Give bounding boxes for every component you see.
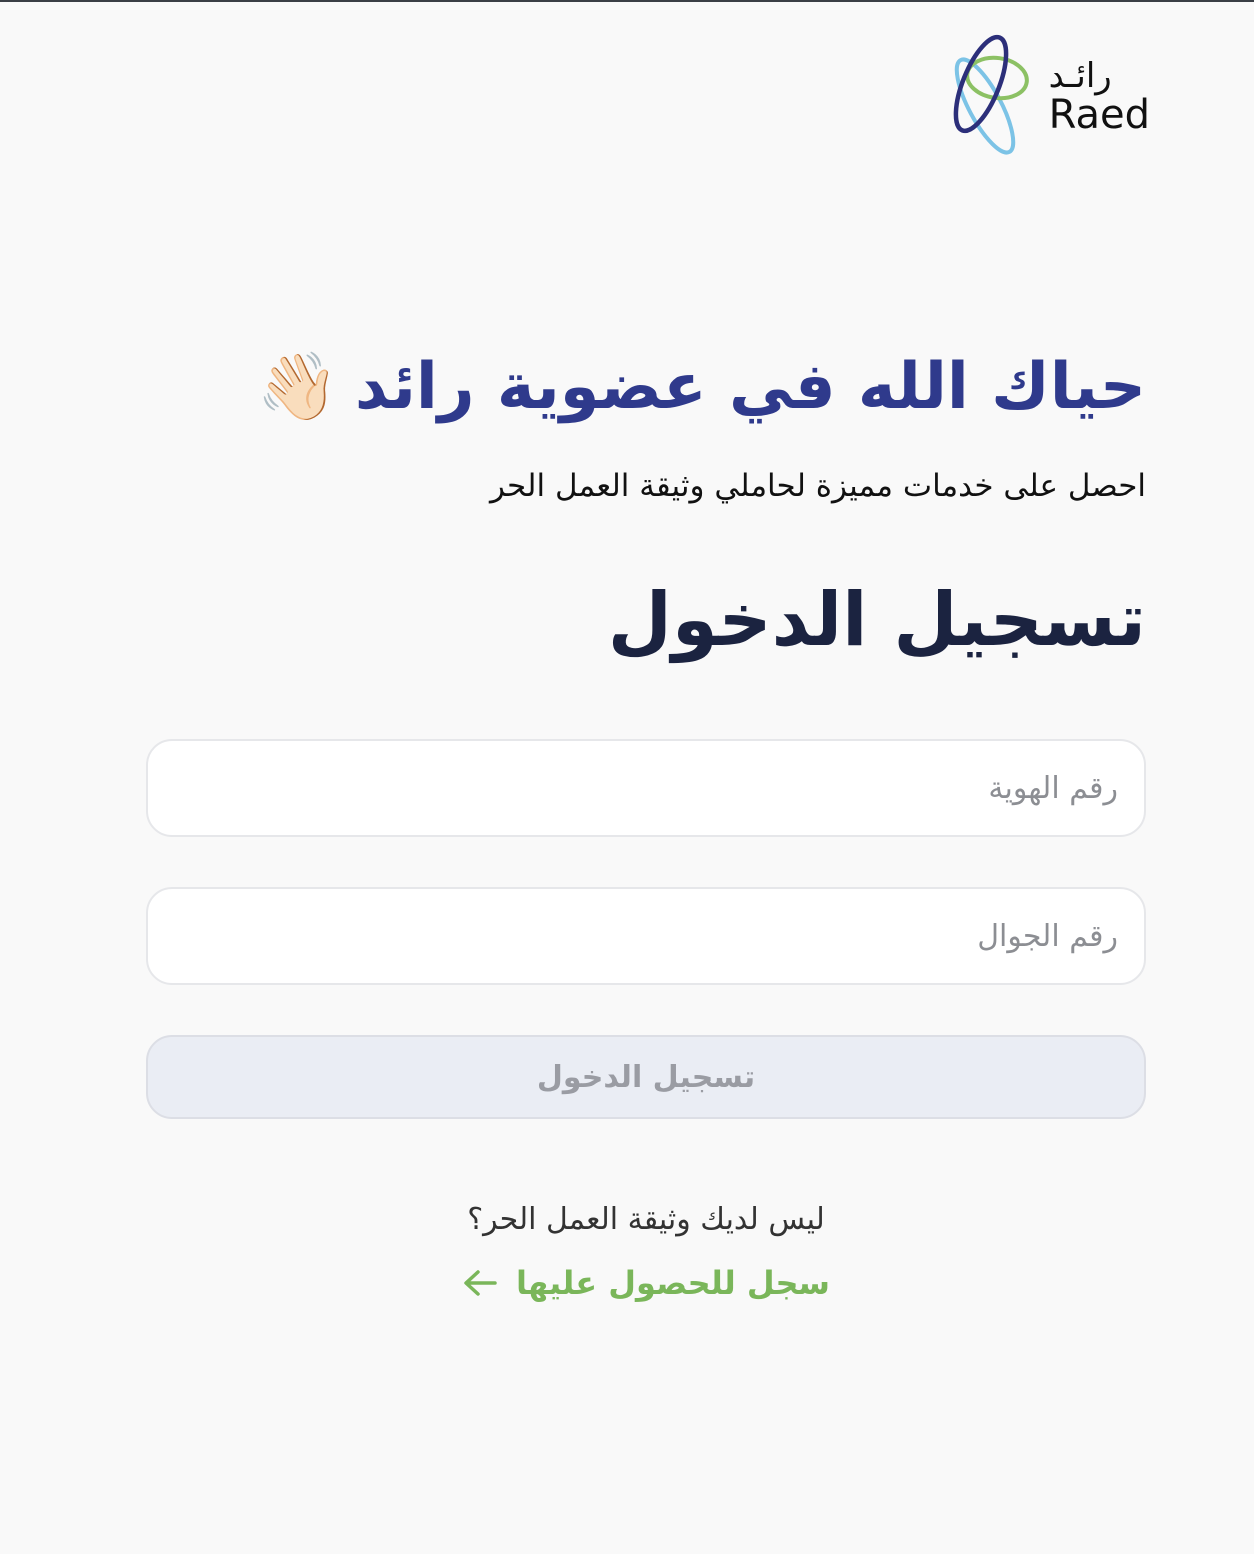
welcome-text: حياك الله في عضوية رائد xyxy=(354,350,1146,424)
register-link-label: سجل للحصول عليها xyxy=(516,1264,830,1302)
waving-hand-icon: 👋🏻 xyxy=(256,348,339,425)
national-id-input[interactable] xyxy=(146,739,1146,837)
login-button[interactable]: تسجيل الدخول xyxy=(146,1035,1146,1119)
raed-logo-icon xyxy=(953,34,1029,155)
brand-wordmark: رائـد Raed xyxy=(1049,59,1150,135)
brand-name-ar: رائـد xyxy=(1048,56,1112,96)
welcome-subtitle: احصل على خدمات مميزة لحاملي وثيقة العمل … xyxy=(489,468,1146,504)
brand-logo[interactable]: رائـد Raed xyxy=(941,34,1150,160)
register-link[interactable]: سجل للحصول عليها xyxy=(146,1264,1146,1302)
phone-number-input[interactable] xyxy=(146,887,1146,985)
no-document-prompt: ليس لديك وثيقة العمل الحر؟ xyxy=(467,1202,825,1237)
arrow-left-icon xyxy=(462,1268,498,1298)
welcome-heading: حياك الله في عضوية رائد 👋🏻 xyxy=(257,350,1146,424)
brand-name-en: Raed xyxy=(1048,92,1150,138)
login-title: تسجيل الدخول xyxy=(607,577,1146,663)
